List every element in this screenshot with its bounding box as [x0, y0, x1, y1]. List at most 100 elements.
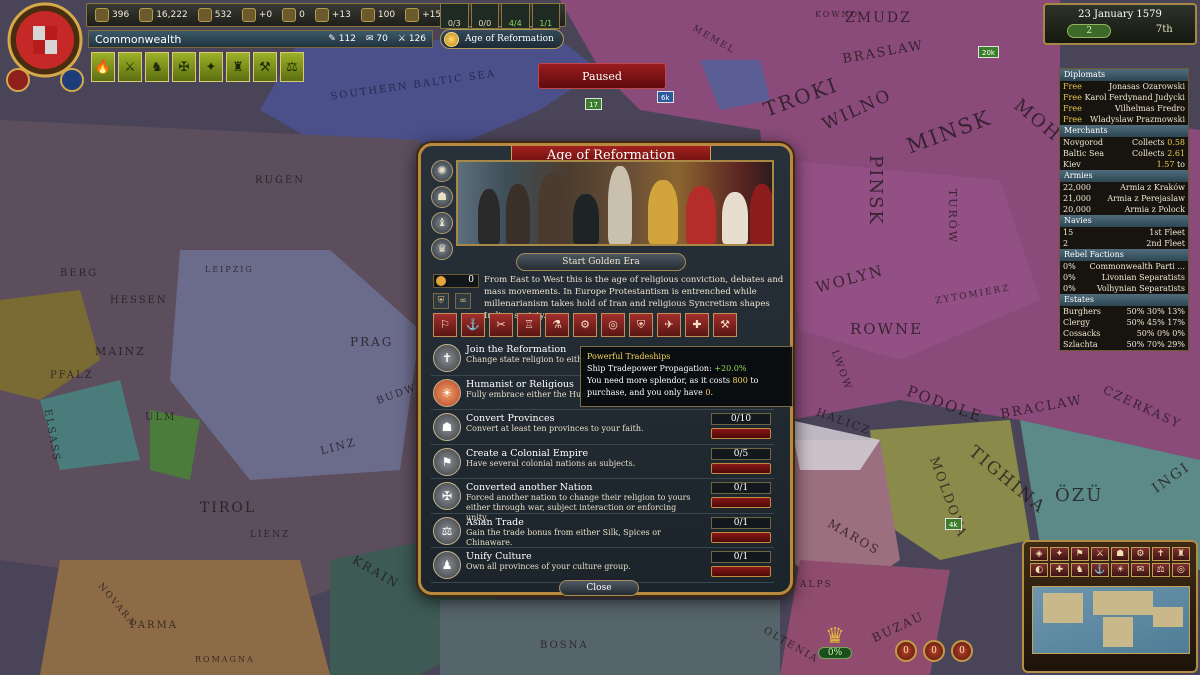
idea-group-icon[interactable]: 🔥	[91, 52, 115, 82]
outliner-diplomat[interactable]: Free Karol Ferdynand Judycki	[1060, 92, 1188, 103]
mapmode-button[interactable]: ✚	[1050, 563, 1069, 577]
outliner-header-armies[interactable]: Armies	[1060, 170, 1188, 182]
mapmode-button[interactable]: ⚓	[1090, 563, 1109, 577]
resource-manpower[interactable]: 16,222	[135, 5, 192, 25]
army-unit-marker[interactable]: 6k	[657, 91, 674, 103]
minimap[interactable]	[1032, 586, 1190, 654]
country-flag-emblem[interactable]	[2, 2, 88, 96]
outliner-merchant[interactable]: Baltic Sea Collects 2.61	[1060, 148, 1188, 159]
paused-banner[interactable]: Paused	[538, 63, 666, 89]
outliner-header-merchants[interactable]: Merchants	[1060, 125, 1188, 137]
close-button[interactable]: Close	[559, 580, 639, 596]
mapmode-button[interactable]: ⚑	[1070, 547, 1089, 561]
mapmode-button[interactable]: ⚙	[1131, 547, 1150, 561]
ability-icon[interactable]: ♖	[517, 313, 541, 337]
outliner-header-diplomats[interactable]: Diplomats	[1060, 69, 1188, 81]
age-tab-icon[interactable]: ☗	[431, 186, 453, 208]
army-unit-marker[interactable]: 17	[585, 98, 602, 110]
ability-icon[interactable]: ⚐	[433, 313, 457, 337]
army-unit-marker[interactable]: 4k	[945, 518, 962, 530]
ability-icon[interactable]: ⚓	[461, 313, 485, 337]
outliner-diplomat[interactable]: Free Vilhelmas Fredro	[1060, 103, 1188, 114]
ability-icon[interactable]: ⚒	[713, 313, 737, 337]
counter-badge[interactable]: 0	[895, 640, 917, 662]
ability-icon[interactable]: ✂	[489, 313, 513, 337]
objective-row[interactable]: ✠ Converted another Nation Forced anothe…	[431, 480, 774, 522]
outliner-army[interactable]: 22,000 Armia z Kraków	[1060, 182, 1188, 193]
objective-row[interactable]: ⚖ Asian Trade Gain the trade bonus from …	[431, 515, 774, 548]
date-panel[interactable]: 23 January 1579 2 7th	[1043, 3, 1197, 45]
objective-row[interactable]: ♟ Unify Culture Own all provinces of you…	[431, 549, 774, 583]
outliner-diplomat[interactable]: Free Wladyslaw Prazmowski	[1060, 114, 1188, 125]
ability-icon[interactable]: ⚙	[573, 313, 597, 337]
ability-icon[interactable]: ⛨	[629, 313, 653, 337]
outliner-header-navies[interactable]: Navies	[1060, 215, 1188, 227]
mapmode-button[interactable]: ☗	[1111, 547, 1130, 561]
mapmode-button[interactable]: ✉	[1131, 563, 1150, 577]
objective-row[interactable]: ☗ Convert Provinces Convert at least ten…	[431, 411, 774, 445]
shield-icon[interactable]: ⛨	[433, 293, 449, 309]
resource-ducats[interactable]: 396	[91, 5, 133, 25]
resource-power-projection[interactable]: +15	[401, 5, 445, 25]
mapmode-button[interactable]: ♞	[1070, 563, 1089, 577]
outliner-estate[interactable]: Clergy 50% 45% 17%	[1060, 317, 1188, 328]
idea-group-icon[interactable]: ⚒	[253, 52, 277, 82]
age-tab-icon[interactable]: ♝	[431, 212, 453, 234]
resource-prestige[interactable]: +13	[311, 5, 355, 25]
outliner-rebel[interactable]: 0% Commonwealth Parti ...	[1060, 261, 1188, 272]
crown-badge[interactable]: ♛ 0%	[818, 624, 852, 670]
outliner-estate[interactable]: Burghers 50% 30% 13%	[1060, 306, 1188, 317]
idea-group-icon[interactable]: ♜	[226, 52, 250, 82]
age-button[interactable]: Age of Reformation	[440, 29, 564, 49]
outliner-rebel[interactable]: 0% Livonian Separatists	[1060, 272, 1188, 283]
country-name-bar[interactable]: Commonwealth ✎ 112 ✉ 70 ⚔ 126	[88, 30, 433, 48]
mapmode-button[interactable]: ✝	[1151, 547, 1170, 561]
outliner-header-estates[interactable]: Estates	[1060, 294, 1188, 306]
idea-group-icon[interactable]: ♞	[145, 52, 169, 82]
outliner-merchant[interactable]: Kiev 1.57 to	[1060, 159, 1188, 170]
resource-stability[interactable]: +0	[238, 5, 276, 25]
outliner-estate[interactable]: Cossacks 50% 0% 0%	[1060, 328, 1188, 339]
idea-group-icon[interactable]: ⚔	[118, 52, 142, 82]
idea-group-icon[interactable]: ✠	[172, 52, 196, 82]
outliner-merchant[interactable]: Novgorod Collects 0.58	[1060, 137, 1188, 148]
army-unit-marker[interactable]: 20k	[978, 46, 999, 58]
counter-box[interactable]: 0/3	[440, 3, 469, 29]
outliner-navy[interactable]: 2 2nd Fleet	[1060, 238, 1188, 249]
outliner-navy[interactable]: 15 1st Fleet	[1060, 227, 1188, 238]
mapmode-button[interactable]: ◎	[1171, 563, 1190, 577]
idea-group-icon[interactable]: ✦	[199, 52, 223, 82]
start-golden-era-button[interactable]: Start Golden Era	[516, 253, 686, 271]
mapmode-button[interactable]: ⚔	[1090, 547, 1109, 561]
ability-icon[interactable]: ✈	[657, 313, 681, 337]
outliner-army[interactable]: 20,000 Armia z Polock	[1060, 204, 1188, 215]
mapmode-button[interactable]: ⚖	[1151, 563, 1170, 577]
resource-sailors[interactable]: 532	[194, 5, 236, 25]
outliner-army[interactable]: 21,000 Armia z Perejaslaw	[1060, 193, 1188, 204]
age-tab-icon[interactable]: ✺	[431, 160, 453, 182]
outliner-diplomat[interactable]: Free Jonasas Ozarowski	[1060, 81, 1188, 92]
mapmode-button[interactable]: ◐	[1030, 563, 1049, 577]
objective-row[interactable]: ⚑ Create a Colonial Empire Have several …	[431, 446, 774, 479]
ability-icon[interactable]: ◎	[601, 313, 625, 337]
mapmode-button[interactable]: ☀	[1111, 563, 1130, 577]
diplo-power[interactable]: ✉ 70	[366, 34, 388, 44]
military-power[interactable]: ⚔ 126	[398, 34, 426, 44]
outliner-estate[interactable]: Szlachta 50% 70% 29%	[1060, 339, 1188, 350]
resource-corruption[interactable]: 0	[278, 5, 309, 25]
ability-icon[interactable]: ⚗	[545, 313, 569, 337]
admin-power[interactable]: ✎ 112	[328, 34, 356, 44]
mapmode-button[interactable]: ♜	[1171, 547, 1190, 561]
mapmode-button[interactable]: ◈	[1030, 547, 1049, 561]
outliner-header-rebels[interactable]: Rebel Factions	[1060, 249, 1188, 261]
counter-box[interactable]: 0/0	[470, 3, 499, 29]
ability-icon[interactable]: ✚	[685, 313, 709, 337]
age-tab-icon[interactable]: ♛	[431, 238, 453, 260]
game-speed[interactable]: 2	[1067, 24, 1112, 38]
mapmode-button[interactable]: ✦	[1050, 547, 1069, 561]
counter-badge[interactable]: 0	[951, 640, 973, 662]
resource-legitimacy[interactable]: 100	[357, 5, 399, 25]
counter-box[interactable]: 1/1	[531, 3, 560, 29]
chain-icon[interactable]: ∞	[455, 293, 471, 309]
counter-badge[interactable]: 0	[923, 640, 945, 662]
